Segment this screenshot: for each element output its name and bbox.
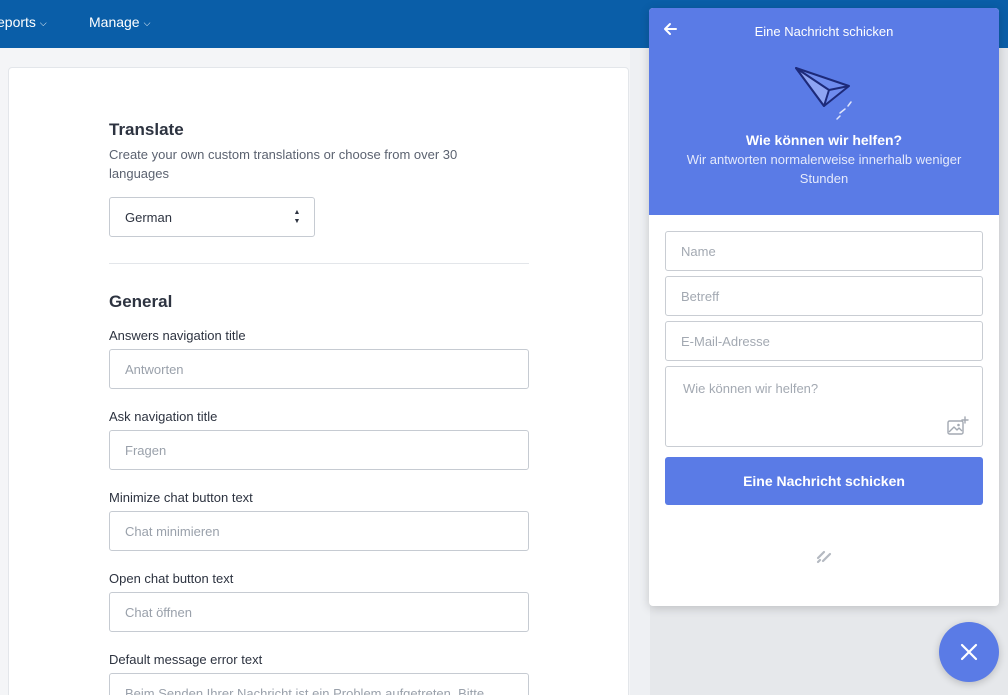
field-label-ask-nav: Ask navigation title	[109, 409, 218, 424]
field-label-minimize-chat: Minimize chat button text	[109, 490, 253, 505]
nav-item-label: eports	[0, 14, 36, 30]
open-chat-text-input[interactable]	[109, 592, 529, 632]
chat-widget: Eine Nachricht schicken Wie können wir h…	[649, 8, 999, 606]
translate-section-title: Translate	[109, 120, 184, 139]
minimize-chat-text-input[interactable]	[109, 511, 529, 551]
email-input[interactable]	[665, 321, 983, 361]
ask-nav-title-input[interactable]	[109, 430, 529, 470]
widget-heading: Wie können wir helfen?	[745, 132, 903, 148]
chevron-down-icon: ⌵	[39, 18, 47, 28]
field-label-open-chat: Open chat button text	[109, 571, 234, 586]
translate-description: Create your own custom translations or c…	[109, 147, 458, 181]
paper-plane-icon	[795, 67, 852, 120]
close-icon	[960, 643, 978, 661]
general-section-title: General	[109, 292, 173, 311]
language-select[interactable]: German ▲ ▼	[109, 197, 315, 237]
image-upload-icon[interactable]	[947, 416, 969, 436]
chevron-down-icon: ⌵	[143, 18, 151, 28]
section-divider	[109, 263, 529, 264]
answers-nav-title-input[interactable]	[109, 349, 529, 389]
name-input[interactable]	[665, 231, 983, 271]
message-textarea[interactable]	[665, 366, 983, 447]
subject-input[interactable]	[665, 276, 983, 316]
select-arrows-icon: ▲ ▼	[293, 209, 301, 225]
brand-logo-icon	[816, 550, 832, 564]
nav-item-manage[interactable]: Manage ⌵	[89, 13, 150, 31]
field-label-message-error: Default message error text	[109, 652, 263, 667]
send-message-button[interactable]: Eine Nachricht schicken	[665, 457, 983, 505]
close-widget-button[interactable]	[939, 622, 999, 682]
field-label-answers-nav: Answers navigation title	[109, 328, 246, 343]
nav-item-label: Manage	[89, 14, 140, 30]
message-error-text-input[interactable]	[109, 673, 529, 695]
language-select-value: German	[125, 210, 172, 225]
widget-subheading: Wir antworten normalerweise innerhalb we…	[686, 152, 962, 186]
widget-header: Eine Nachricht schicken Wie können wir h…	[649, 8, 999, 215]
nav-item-reports[interactable]: eports ⌵	[0, 13, 47, 31]
gutter-strip	[630, 48, 650, 695]
widget-title: Eine Nachricht schicken	[754, 24, 894, 39]
